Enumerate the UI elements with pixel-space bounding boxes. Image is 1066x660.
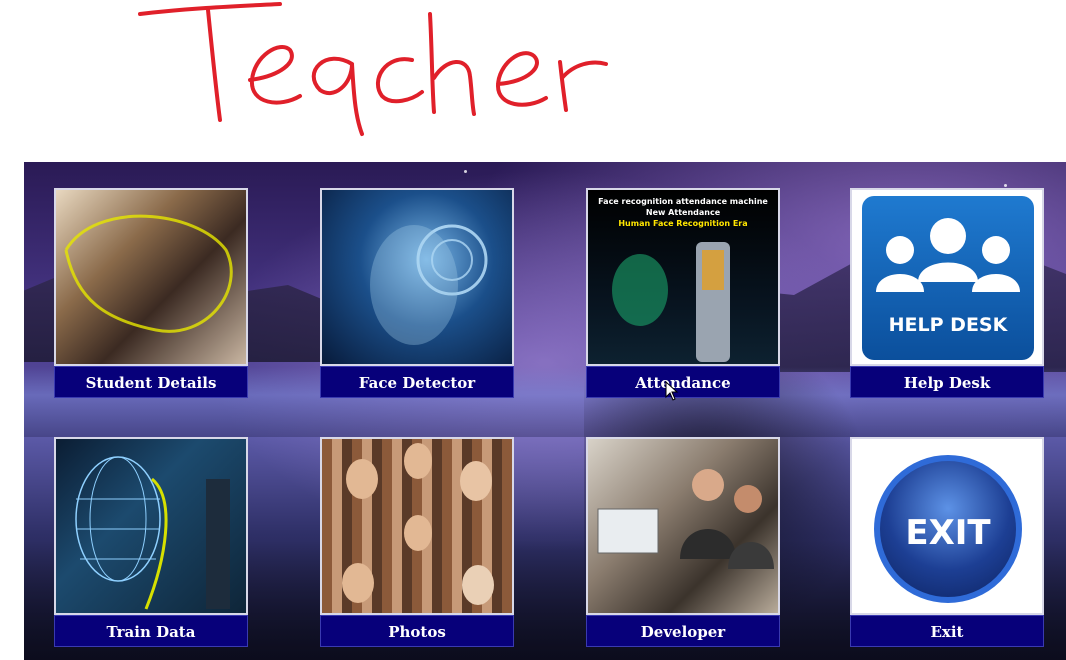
developers-team-graphic — [597, 469, 774, 569]
background-star — [1004, 184, 1007, 187]
face-detector-image[interactable] — [320, 188, 514, 366]
exit-image-text: EXIT — [905, 513, 991, 553]
photos-image[interactable] — [320, 437, 514, 615]
main-menu-window: Student Details Face Detector Face recog… — [24, 162, 1066, 660]
wireframe-face-graphic — [75, 456, 230, 610]
student-scribble — [64, 214, 233, 333]
face-collage-graphic — [342, 443, 494, 605]
student-details-label[interactable]: Student Details — [54, 366, 248, 398]
help-desk-image-text: HELP DESK — [888, 314, 1008, 336]
help-desk-icon: HELP DESK — [862, 196, 1034, 360]
face-scan-graphic — [370, 224, 488, 345]
student-details-image[interactable] — [54, 188, 248, 366]
attendance-machine-graphic — [612, 242, 730, 362]
handwritten-annotation — [138, 2, 608, 136]
train-data-label[interactable]: Train Data — [54, 615, 248, 647]
developer-image[interactable] — [586, 437, 780, 615]
help-desk-label[interactable]: Help Desk — [850, 366, 1044, 398]
face-detector-label[interactable]: Face Detector — [320, 366, 514, 398]
developer-label[interactable]: Developer — [586, 615, 780, 647]
photos-label[interactable]: Photos — [320, 615, 514, 647]
attendance-label[interactable]: Attendance — [586, 366, 780, 398]
mouse-cursor-icon — [665, 381, 679, 401]
train-data-image[interactable] — [54, 437, 248, 615]
background-star — [464, 170, 467, 173]
exit-image[interactable]: EXIT — [850, 437, 1044, 615]
help-desk-image[interactable]: HELP DESK — [850, 188, 1044, 366]
headset-people-icon — [876, 218, 1020, 292]
exit-label[interactable]: Exit — [850, 615, 1044, 647]
attendance-image[interactable]: Face recognition attendance machine New … — [586, 188, 780, 366]
exit-icon: EXIT — [874, 455, 1022, 603]
